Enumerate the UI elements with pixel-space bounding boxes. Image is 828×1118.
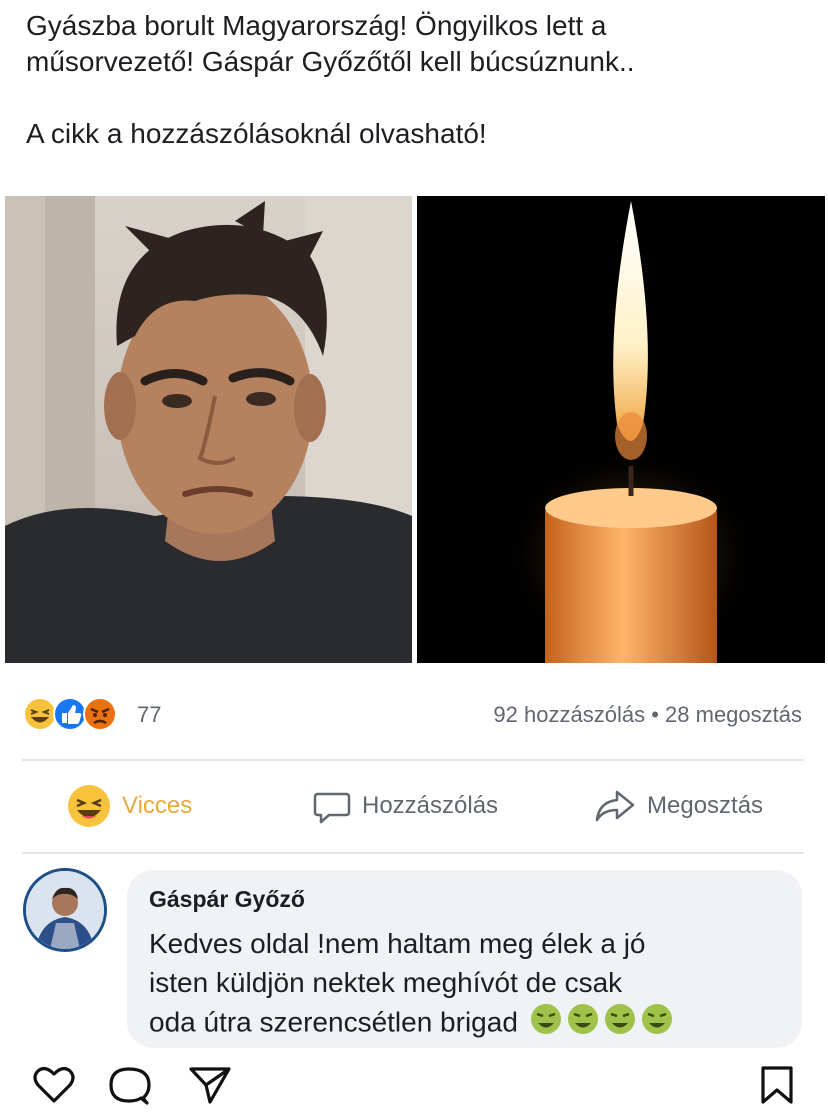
- stats-separator: •: [651, 702, 659, 727]
- post-actions: Vicces Hozzászólás Megosztás: [0, 775, 828, 837]
- comment-button[interactable]: Hozzászólás: [312, 775, 498, 837]
- bottom-action-bar: [0, 1048, 828, 1118]
- divider-bottom: [22, 852, 804, 854]
- angry-face-icon: [83, 697, 117, 731]
- comment-line-3-wrap: oda útra szerencsétlen brigad: [149, 1002, 789, 1046]
- comment-label: Hozzászólás: [362, 792, 499, 819]
- laughing-face-icon: [23, 697, 57, 731]
- share-arrow-icon: [593, 786, 637, 826]
- laughing-face-icon: [66, 783, 112, 829]
- share-count[interactable]: 28 megosztás: [665, 702, 802, 727]
- comment-line-1: Kedves oldal !nem haltam meg élek a jó: [149, 928, 646, 959]
- share-label: Megosztás: [647, 792, 764, 819]
- reaction-button[interactable]: Vicces: [66, 775, 192, 837]
- post-subline: A cikk a hozzászólásoknál olvasható!: [26, 118, 487, 149]
- heart-icon[interactable]: [32, 1065, 76, 1110]
- post-text-spacer: [26, 80, 816, 116]
- post-headline-line-2: műsorvezető! Gáspár Győzőtől kell búcsúz…: [26, 46, 635, 77]
- post-headline-line-1: Gyászba borult Magyarország! Öngyilkos l…: [26, 10, 607, 41]
- comment-bubble-icon: [312, 786, 352, 826]
- comment-count[interactable]: 92 hozzászólás: [493, 702, 645, 727]
- comment-line-3: oda útra szerencsétlen brigad: [149, 1006, 518, 1038]
- comment-line-2: isten küldjön nektek meghívót de csak: [149, 967, 623, 998]
- divider-top: [22, 759, 804, 761]
- nauseated-face-icon: [529, 1002, 563, 1046]
- comments-shares-summary: 92 hozzászólás • 28 megosztás: [493, 702, 802, 728]
- reaction-icons[interactable]: [22, 696, 132, 732]
- man-portrait-illustration: [5, 196, 412, 663]
- reaction-label: Vicces: [122, 792, 193, 819]
- reaction-count[interactable]: 77: [137, 702, 161, 728]
- comment-text: Kedves oldal !nem haltam meg élek a jó i…: [149, 924, 789, 1046]
- share-button[interactable]: Megosztás: [593, 775, 763, 837]
- comment-icon[interactable]: [107, 1065, 151, 1112]
- avatar[interactable]: [23, 868, 107, 952]
- candle-illustration: [501, 201, 761, 663]
- comment-bubble: Gáspár Győző Kedves oldal !nem haltam me…: [127, 870, 802, 1048]
- comment-author[interactable]: Gáspár Győző: [149, 886, 305, 913]
- post-stats: 77 92 hozzászólás • 28 megosztás: [0, 690, 828, 740]
- bookmark-icon[interactable]: [757, 1065, 797, 1110]
- thumbs-up-icon: [53, 697, 87, 731]
- post-photo-man[interactable]: [5, 196, 412, 663]
- post-photo-candle[interactable]: [417, 196, 825, 663]
- nauseated-face-icon: [603, 1002, 637, 1046]
- nauseated-face-icon: [566, 1002, 600, 1046]
- post-text: Gyászba borult Magyarország! Öngyilkos l…: [26, 8, 816, 152]
- send-icon[interactable]: [188, 1065, 232, 1110]
- nauseated-face-icon: [640, 1002, 674, 1046]
